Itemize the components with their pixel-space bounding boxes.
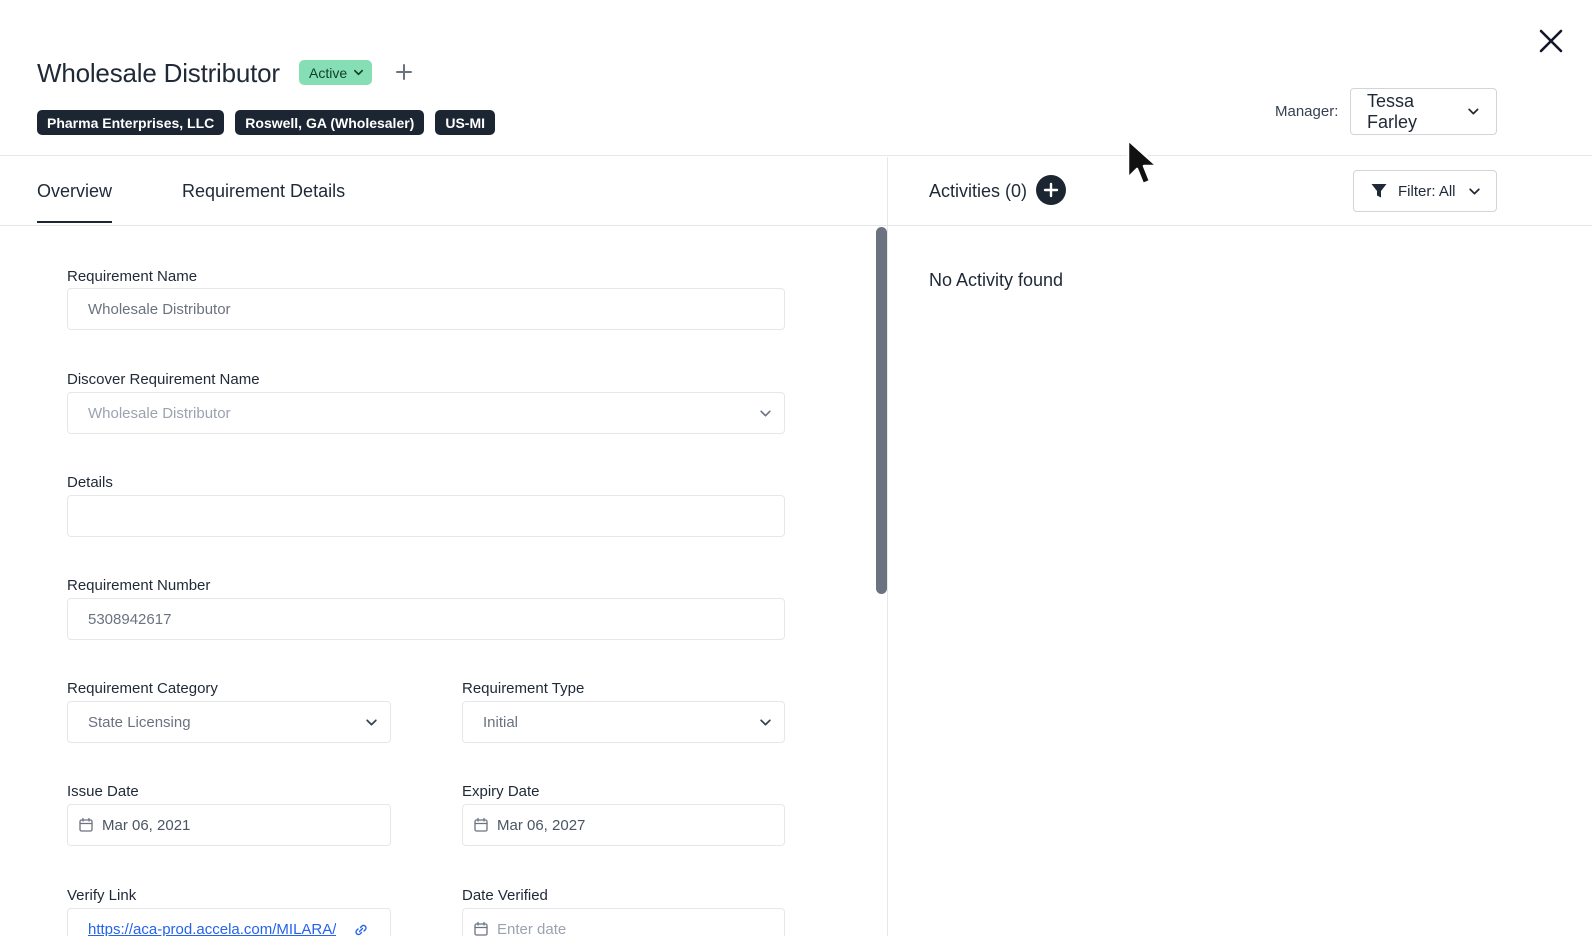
verify-link-value[interactable]: https://aca-prod.accela.com/MILARA/ — [88, 921, 336, 936]
requirement-number-label: Requirement Number — [67, 577, 211, 594]
tag-state: US-MI — [435, 110, 496, 135]
status-label: Active — [309, 64, 348, 81]
overview-panel: Overview Requirement Details Requirement… — [0, 157, 888, 936]
chevron-down-icon — [1468, 108, 1479, 115]
requirement-name-input[interactable]: Wholesale Distributor — [67, 288, 785, 330]
calendar-icon — [79, 817, 93, 832]
header: Wholesale Distributor Active Pharma Ente… — [0, 0, 1592, 156]
status-dropdown[interactable]: Active — [299, 60, 373, 85]
filter-label: Filter: All — [1398, 182, 1456, 200]
close-icon — [1539, 29, 1563, 53]
requirement-type-select[interactable]: Initial — [462, 701, 785, 743]
verify-link-input[interactable]: https://aca-prod.accela.com/MILARA/ — [67, 908, 391, 936]
issue-date-label: Issue Date — [67, 783, 139, 800]
chevron-down-icon — [760, 410, 771, 417]
date-verified-label: Date Verified — [462, 887, 548, 904]
scrollbar[interactable] — [876, 227, 887, 594]
add-tag-button[interactable] — [392, 60, 416, 84]
discover-requirement-name-label: Discover Requirement Name — [67, 371, 260, 388]
requirement-number-input[interactable]: 5308942617 — [67, 598, 785, 640]
activities-divider — [888, 225, 1592, 226]
tab-requirement-details[interactable]: Requirement Details — [182, 181, 345, 202]
issue-date-input[interactable]: Mar 06, 2021 — [67, 804, 391, 846]
date-verified-placeholder: Enter date — [497, 920, 567, 936]
chevron-down-icon — [760, 719, 771, 726]
verify-link-label: Verify Link — [67, 887, 137, 904]
tag-company: Pharma Enterprises, LLC — [37, 110, 225, 135]
close-button[interactable] — [1536, 26, 1566, 56]
mouse-cursor-icon — [1126, 138, 1159, 186]
manager-select[interactable]: Tessa Farley — [1350, 88, 1497, 135]
requirement-type-value: Initial — [483, 713, 519, 731]
activities-title: Activities (0) — [929, 181, 1028, 201]
requirement-type-label: Requirement Type — [462, 680, 585, 697]
requirement-name-label: Requirement Name — [67, 268, 198, 285]
expiry-date-value: Mar 06, 2027 — [497, 816, 586, 834]
plus-circle-icon — [1043, 182, 1059, 198]
requirement-number-value: 5308942617 — [88, 610, 172, 628]
manager-label: Manager: — [1275, 103, 1339, 120]
tab-bar: Overview Requirement Details — [0, 157, 887, 226]
filter-button[interactable]: Filter: All — [1353, 170, 1497, 212]
tag-list: Pharma Enterprises, LLC Roswell, GA (Who… — [37, 110, 496, 135]
discover-requirement-name-value: Wholesale Distributor — [88, 404, 231, 422]
details-label: Details — [67, 474, 113, 491]
details-input[interactable] — [67, 495, 785, 537]
date-verified-input[interactable]: Enter date — [462, 908, 785, 936]
requirement-name-value: Wholesale Distributor — [88, 300, 231, 318]
empty-activities-message: No Activity found — [929, 270, 1064, 290]
calendar-icon — [474, 921, 488, 936]
chevron-down-icon — [366, 719, 377, 726]
link-icon[interactable] — [352, 921, 370, 936]
chevron-down-icon — [1468, 187, 1480, 195]
filter-icon — [1371, 184, 1387, 198]
discover-requirement-name-select[interactable]: Wholesale Distributor — [67, 392, 785, 434]
issue-date-value: Mar 06, 2021 — [102, 816, 191, 834]
tag-location: Roswell, GA (Wholesaler) — [235, 110, 425, 135]
expiry-date-label: Expiry Date — [462, 783, 540, 800]
calendar-icon — [474, 817, 488, 832]
tab-overview[interactable]: Overview — [37, 181, 113, 223]
requirement-category-label: Requirement Category — [67, 680, 218, 697]
chevron-down-icon — [354, 69, 364, 76]
requirement-category-select[interactable]: State Licensing — [67, 701, 391, 743]
page-title: Wholesale Distributor — [37, 58, 280, 88]
add-activity-button[interactable] — [1036, 175, 1066, 205]
requirement-category-value: State Licensing — [88, 713, 191, 731]
expiry-date-input[interactable]: Mar 06, 2027 — [462, 804, 785, 846]
plus-icon — [396, 64, 412, 80]
manager-value: Tessa Farley — [1367, 90, 1418, 132]
